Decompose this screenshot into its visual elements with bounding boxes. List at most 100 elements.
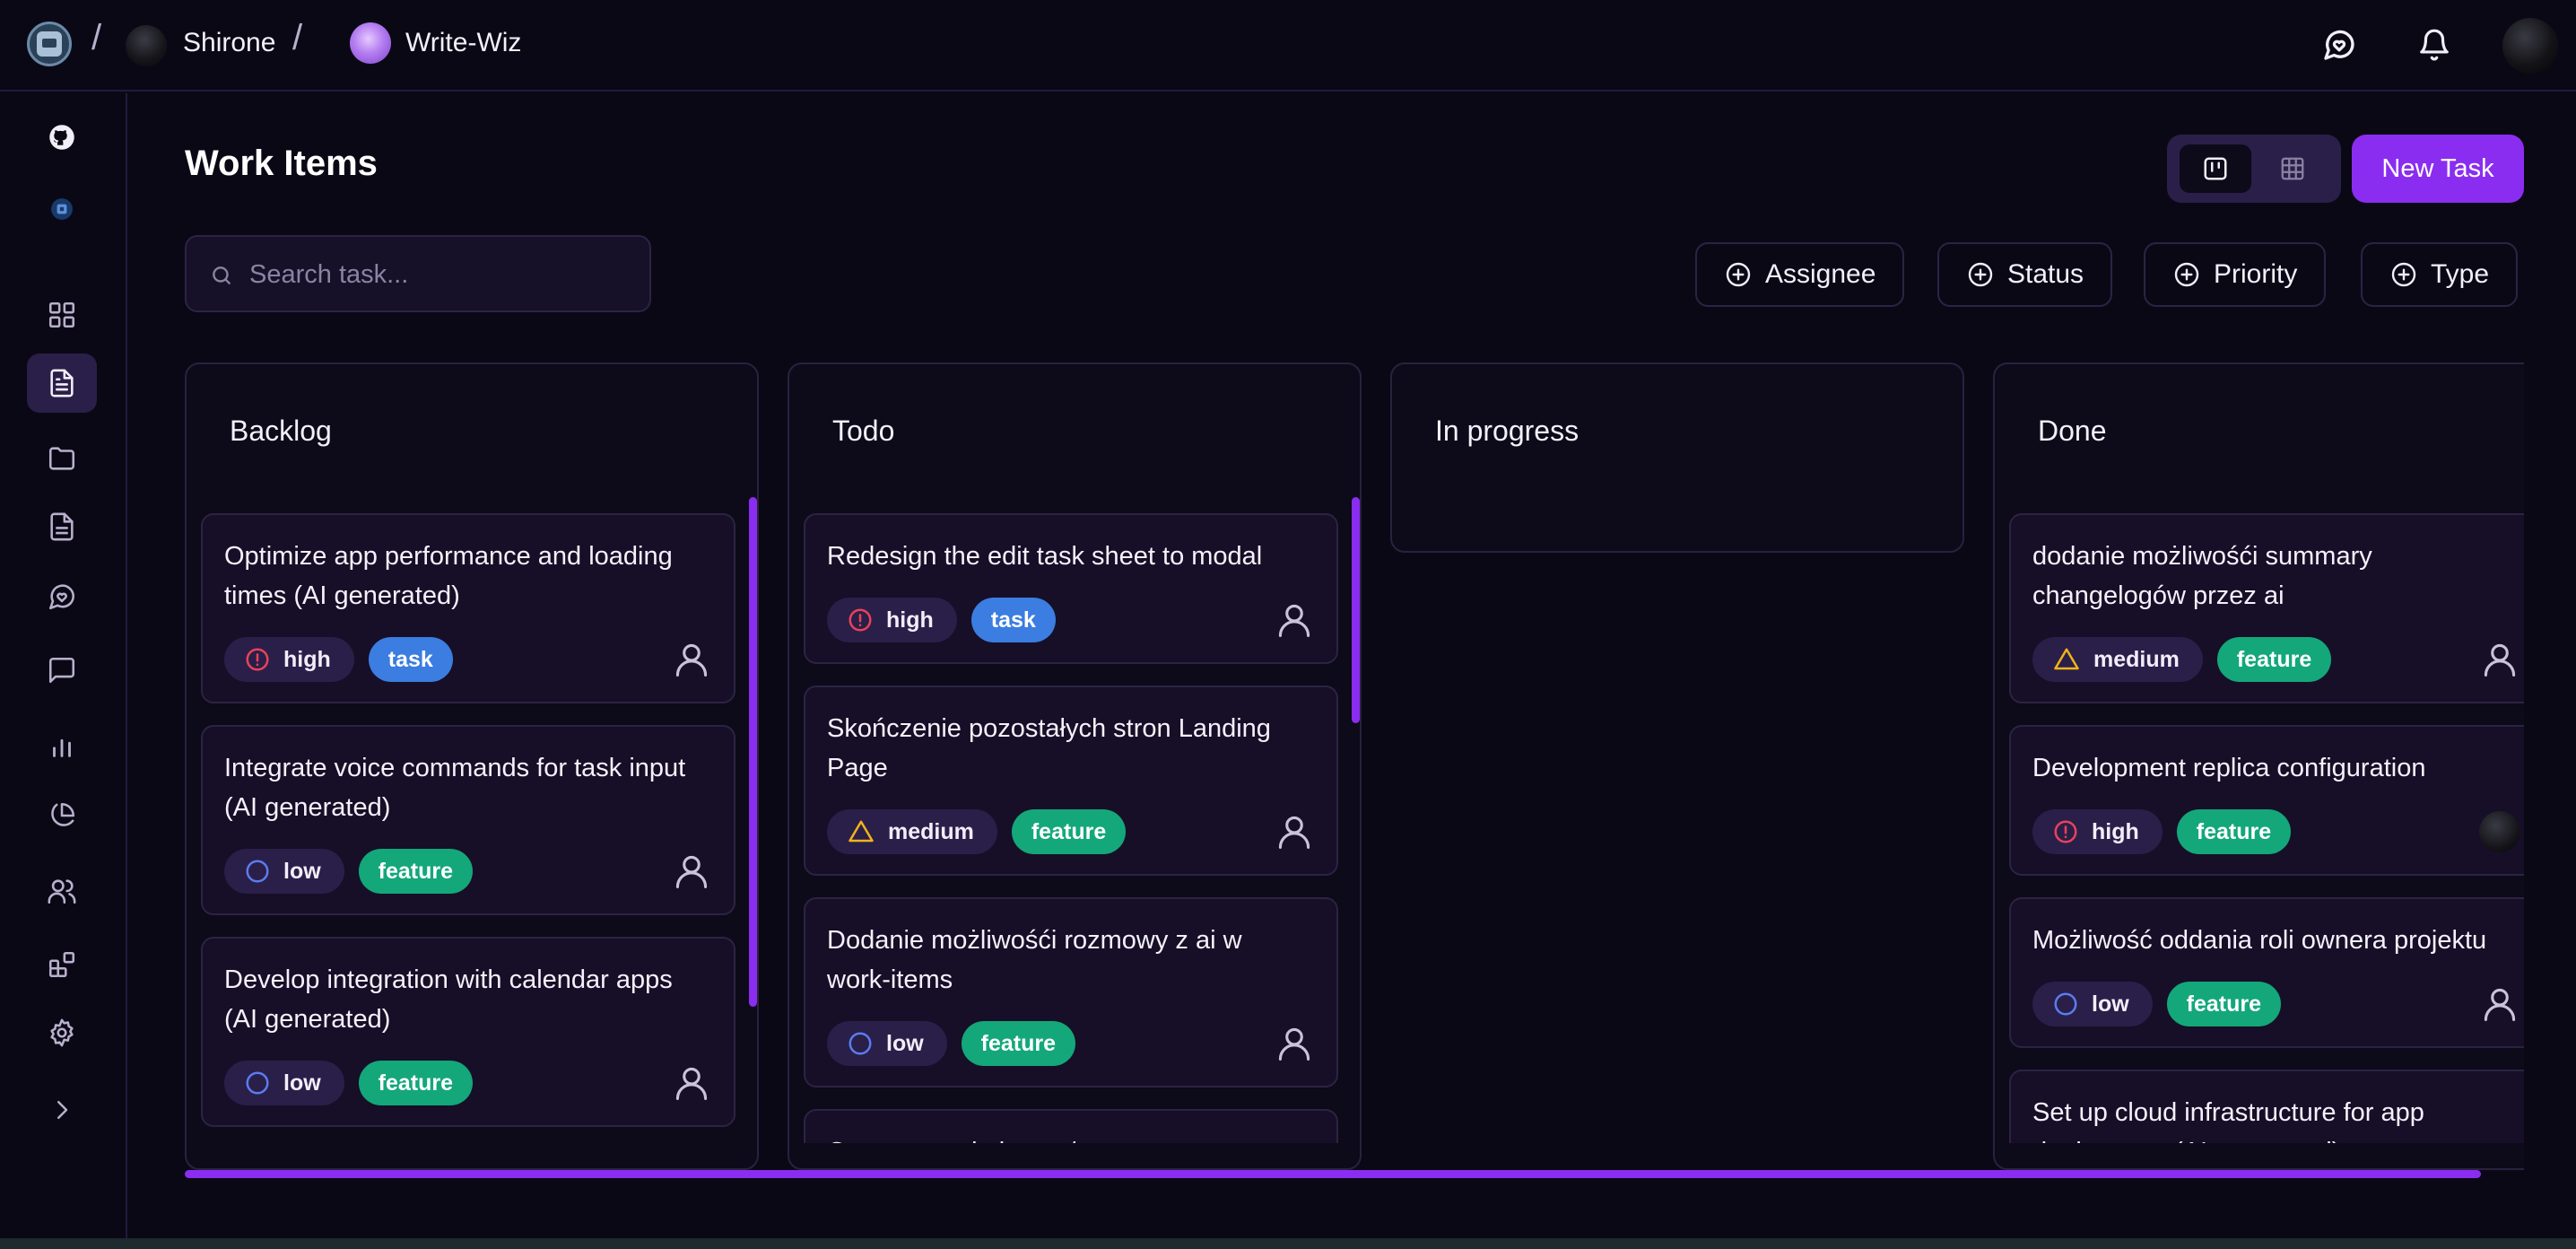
sidebar-item-reports[interactable] <box>27 786 97 845</box>
assignee-avatar[interactable] <box>1274 1023 1315 1064</box>
priority-medium-icon <box>847 818 875 845</box>
sidebar-item-messages[interactable] <box>27 641 97 700</box>
priority-badge: high <box>2032 809 2163 854</box>
sidebar-item-folder[interactable] <box>27 429 97 488</box>
priority-low-icon <box>2052 991 2079 1018</box>
breadcrumb-project[interactable]: Write-Wiz <box>405 28 521 58</box>
task-title: Optimize app performance and loading tim… <box>224 542 673 610</box>
sidebar-item-settings[interactable] <box>27 1003 97 1062</box>
sidebar-item-github[interactable] <box>27 108 97 167</box>
task-card[interactable]: Skończenie pozostałych stron Landing Pag… <box>804 686 1338 876</box>
sidebar-item-project[interactable] <box>27 179 97 239</box>
project-icon <box>50 197 74 221</box>
sidebar-item-ai-chat[interactable] <box>27 567 97 626</box>
task-title: Dodanie możliwośći rozmowy z ai w work-i… <box>827 926 1242 994</box>
filter-priority-button[interactable]: Priority <box>2144 242 2327 307</box>
filter-label: Status <box>2007 259 2084 289</box>
pie-chart-icon <box>47 800 77 831</box>
type-tag: task <box>368 637 453 682</box>
chat-heart-icon[interactable] <box>2316 22 2363 68</box>
message-icon <box>47 655 77 686</box>
table-view-icon <box>2279 155 2306 182</box>
column-title: Done <box>2038 415 2107 447</box>
app-logo[interactable] <box>27 22 72 66</box>
assignee-avatar[interactable] <box>671 639 712 680</box>
column-scrollbar[interactable] <box>749 497 757 1007</box>
assignee-avatar[interactable] <box>1274 599 1315 641</box>
assignee-avatar[interactable] <box>671 1062 712 1104</box>
assignee-avatar[interactable] <box>2479 811 2520 852</box>
type-tag: feature <box>358 1061 474 1105</box>
priority-badge: medium <box>827 809 997 854</box>
priority-high-icon <box>847 607 874 633</box>
task-card[interactable]: Redesign the edit task sheet to modal hi… <box>804 513 1338 664</box>
users-icon <box>47 876 77 906</box>
assignee-avatar[interactable] <box>2479 983 2520 1025</box>
task-card[interactable]: Development replica configuration high f… <box>2009 725 2524 876</box>
integrations-icon <box>47 949 77 980</box>
window-bottom-edge <box>0 1238 2576 1249</box>
breadcrumb-user[interactable]: Shirone <box>183 28 275 58</box>
task-card[interactable]: dodanie możliwośći summary changelogów p… <box>2009 513 2524 703</box>
task-title: Customowe kolumny/ <box>827 1132 1293 1143</box>
task-card[interactable]: Dodanie możliwośći rozmowy z ai w work-i… <box>804 897 1338 1087</box>
sidebar-item-dashboard[interactable] <box>27 285 97 345</box>
sidebar-item-work-items[interactable] <box>27 354 97 413</box>
type-tag: feature <box>2176 809 2292 854</box>
task-title: Skończenie pozostałych stron Landing Pag… <box>827 714 1271 782</box>
priority-label: high <box>2092 818 2139 844</box>
column-todo: Todo Redesign the edit task sheet to mod… <box>788 362 1362 1170</box>
priority-badge: low <box>224 1061 344 1105</box>
plus-circle-icon <box>2389 260 2418 289</box>
board-horizontal-scrollbar[interactable] <box>185 1170 2481 1178</box>
task-card[interactable]: Możliwość oddania roli ownera projektu l… <box>2009 897 2524 1048</box>
task-title: Development replica configuration <box>2032 754 2426 782</box>
new-task-button[interactable]: New Task <box>2352 135 2524 203</box>
assignee-avatar[interactable] <box>671 851 712 892</box>
task-card[interactable]: Integrate voice commands for task input … <box>201 725 735 915</box>
task-card[interactable]: Develop integration with calendar apps (… <box>201 937 735 1127</box>
top-bar: / Shirone / Write-Wiz <box>0 0 2576 92</box>
plus-circle-icon <box>1724 260 1753 289</box>
settings-icon <box>47 1018 77 1048</box>
task-card[interactable]: Customowe kolumny/ <box>804 1109 1338 1143</box>
priority-low-icon <box>847 1030 874 1057</box>
user-placeholder-icon <box>672 640 711 679</box>
search-box <box>185 235 651 312</box>
sidebar <box>0 93 127 1249</box>
priority-badge: high <box>827 598 957 642</box>
column-title: In progress <box>1435 415 1580 447</box>
bell-icon[interactable] <box>2411 22 2458 68</box>
filter-label: Type <box>2431 259 2490 289</box>
column-in-progress: In progress <box>1390 362 1964 553</box>
filter-assignee-button[interactable]: Assignee <box>1695 242 1905 307</box>
priority-label: low <box>2092 991 2129 1017</box>
sidebar-expand-button[interactable] <box>27 1080 97 1140</box>
sidebar-item-analytics[interactable] <box>27 716 97 775</box>
breadcrumb-separator: / <box>292 18 303 57</box>
user-avatar-small[interactable] <box>126 25 167 66</box>
column-scrollbar[interactable] <box>1352 497 1360 723</box>
task-card[interactable]: Optimize app performance and loading tim… <box>201 513 735 703</box>
view-mode-toggle <box>2167 135 2341 203</box>
user-placeholder-icon <box>672 852 711 891</box>
assignee-avatar[interactable] <box>1274 811 1315 852</box>
user-placeholder-icon <box>1275 1024 1314 1063</box>
assignee-avatar[interactable] <box>2479 639 2520 680</box>
task-title: Develop integration with calendar apps (… <box>224 965 673 1034</box>
table-view-button[interactable] <box>2257 144 2328 193</box>
sidebar-item-integrations[interactable] <box>27 935 97 994</box>
filter-status-button[interactable]: Status <box>1937 242 2113 307</box>
task-title: Możliwość oddania roli ownera projektu <box>2032 926 2487 955</box>
sidebar-item-members[interactable] <box>27 861 97 921</box>
chat-ai-icon <box>47 581 77 612</box>
sidebar-item-documents[interactable] <box>27 497 97 556</box>
user-avatar[interactable] <box>2502 18 2558 74</box>
kanban-view-button[interactable] <box>2180 144 2251 193</box>
user-placeholder-icon <box>2480 984 2519 1024</box>
priority-label: high <box>886 607 934 633</box>
search-input[interactable] <box>249 251 626 298</box>
filter-type-button[interactable]: Type <box>2361 242 2519 307</box>
project-avatar[interactable] <box>350 22 391 64</box>
task-card[interactable]: Set up cloud infrastructure for app depl… <box>2009 1070 2524 1143</box>
